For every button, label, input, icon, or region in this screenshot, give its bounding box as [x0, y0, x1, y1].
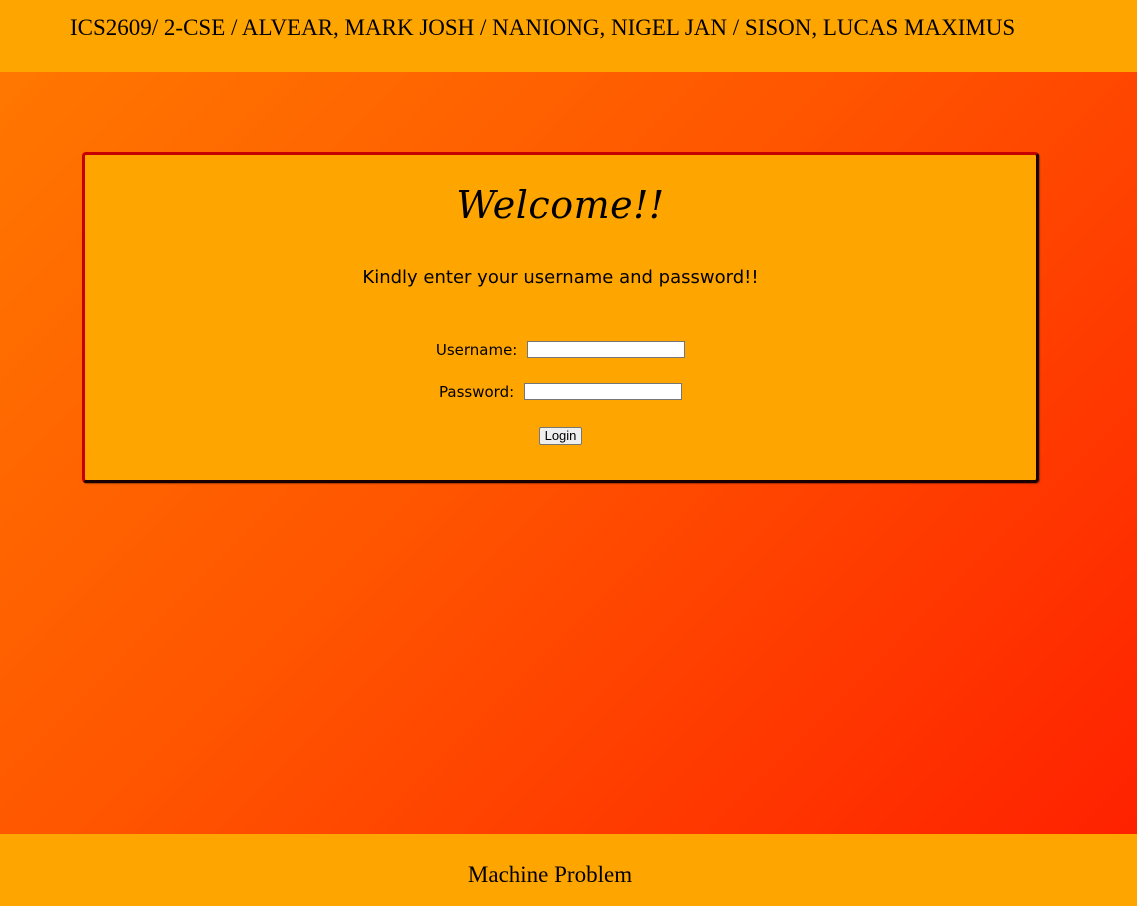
- password-row: Password:: [85, 381, 1036, 402]
- login-button-row: Login: [85, 425, 1036, 445]
- login-button[interactable]: Login: [539, 427, 582, 445]
- course-team-title: ICS2609/ 2-CSE / ALVEAR, MARK JOSH / NAN…: [70, 15, 1016, 40]
- username-input[interactable]: [527, 341, 686, 358]
- username-label: Username:: [435, 340, 518, 359]
- password-input[interactable]: [523, 383, 682, 400]
- username-row: Username:: [85, 339, 1036, 360]
- page-header: ICS2609/ 2-CSE / ALVEAR, MARK JOSH / NAN…: [0, 0, 1137, 72]
- page-footer: Machine Problem: [0, 834, 1137, 906]
- machine-problem-label: Machine Problem: [467, 862, 633, 887]
- password-label: Password:: [439, 382, 515, 401]
- login-card: Welcome!! Kindly enter your username and…: [82, 152, 1039, 483]
- welcome-heading: Welcome!!: [456, 183, 665, 227]
- login-instruction: Kindly enter your username and password!…: [362, 267, 759, 288]
